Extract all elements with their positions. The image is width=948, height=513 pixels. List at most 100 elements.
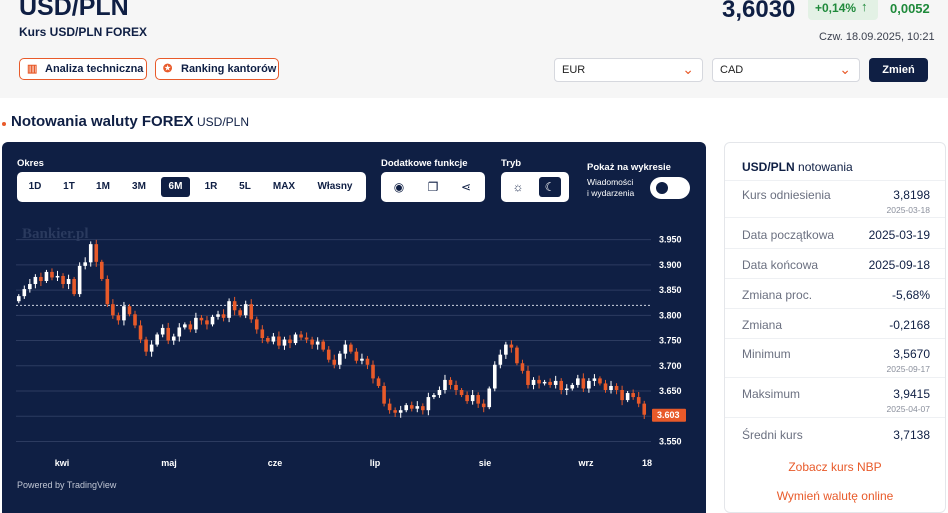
candle-body	[614, 385, 619, 391]
stat-value: -5,68%	[891, 288, 930, 302]
candle-body	[293, 334, 298, 344]
candle-body	[376, 378, 381, 386]
candle-body	[44, 271, 49, 281]
candle-body	[382, 385, 386, 404]
candle-body	[171, 336, 176, 341]
candle-body	[481, 403, 486, 408]
candle-body	[116, 315, 121, 321]
candle-body	[625, 393, 630, 401]
divider	[725, 180, 945, 181]
candle-body	[603, 383, 608, 391]
candle-body	[133, 314, 137, 326]
y-tick-label: 3.800	[659, 310, 682, 320]
candle-body	[432, 395, 436, 398]
candle-body	[194, 317, 198, 330]
candle-body	[227, 301, 231, 318]
candle-body	[216, 314, 220, 317]
candle-body	[548, 381, 552, 385]
quote-datetime: Czw. 18.09.2025, 10:21	[819, 31, 935, 43]
stat-date: 2025-09-17	[886, 364, 930, 374]
candle-body	[354, 351, 359, 361]
currency-to-select[interactable]: CAD ⌄	[712, 58, 860, 82]
divider	[725, 377, 945, 378]
candle-body	[526, 370, 530, 385]
x-tick-label: lip	[370, 458, 381, 468]
x-tick-label: sie	[479, 458, 492, 468]
header-band	[0, 0, 948, 98]
divider	[725, 217, 945, 218]
candle-body	[570, 384, 575, 389]
candle-body	[232, 301, 237, 311]
candle-body	[149, 344, 154, 352]
candle-body	[609, 385, 613, 391]
candle-body	[315, 341, 320, 345]
candle-body	[349, 344, 353, 352]
candle-body	[177, 327, 182, 337]
candle-body	[166, 327, 171, 341]
candle-body	[321, 341, 325, 350]
candle-body	[498, 354, 503, 365]
candle-body	[282, 339, 287, 346]
technical-analysis-button[interactable]: ▥ Analiza techniczna	[19, 58, 147, 80]
stat-label: Maksimum	[742, 387, 801, 401]
candle-body	[553, 380, 558, 385]
candle-body	[304, 337, 309, 340]
pair-subtitle: Kurs USD/PLN FOREX	[19, 25, 148, 39]
candle-body	[393, 410, 397, 413]
candle-body	[371, 364, 375, 379]
divider	[725, 338, 945, 339]
stat-date: 2025-03-18	[886, 205, 930, 215]
divider	[725, 417, 945, 418]
current-price: 3,6030	[722, 0, 796, 23]
stat-value: 3,9415	[893, 387, 930, 401]
change-absolute: 0,0052	[890, 1, 930, 16]
candle-body	[77, 265, 82, 295]
candle-body	[564, 388, 569, 391]
candle-body	[138, 325, 143, 340]
candle-body	[50, 271, 54, 278]
candle-body	[592, 378, 597, 381]
stat-label: Kurs odniesienia	[742, 188, 831, 202]
tradingview-credit[interactable]: Powered by TradingView	[17, 480, 116, 490]
candle-body	[326, 349, 331, 360]
candle-body	[636, 397, 641, 404]
candle-body	[299, 334, 303, 338]
candle-body	[476, 395, 480, 404]
candle-body	[210, 316, 215, 325]
candle-body	[409, 405, 414, 409]
candle-body	[160, 327, 165, 335]
candle-body	[459, 390, 464, 396]
medal-icon: ✪	[163, 63, 173, 75]
candle-body	[238, 310, 242, 316]
stat-value: 2025-09-18	[868, 258, 930, 272]
exchange-online-link[interactable]: Wymień walutę online	[725, 489, 945, 503]
candle-body	[465, 395, 469, 402]
technical-analysis-label: Analiza techniczna	[45, 63, 144, 75]
candle-body	[542, 381, 547, 384]
chevron-down-icon: ⌄	[682, 61, 694, 77]
change-currency-button[interactable]: Zmień	[869, 58, 928, 82]
candle-body	[61, 275, 65, 285]
candle-body	[443, 379, 447, 391]
candle-body	[515, 347, 519, 364]
y-tick-label: 3.700	[659, 361, 682, 371]
section-title: Notowania waluty FOREX	[11, 113, 194, 130]
candle-body	[421, 406, 425, 411]
candle-body	[576, 378, 580, 385]
candle-body	[243, 304, 248, 316]
stat-value: 2025-03-19	[868, 228, 930, 242]
nbp-rate-link[interactable]: Zobacz kurs NBP	[725, 460, 945, 474]
candle-body	[83, 262, 87, 266]
currency-from-select[interactable]: EUR ⌄	[554, 58, 703, 82]
y-tick-label: 3.950	[659, 235, 682, 245]
candle-body	[88, 244, 93, 263]
candle-body	[249, 304, 254, 320]
exchange-ranking-button[interactable]: ✪ Ranking kantorów	[155, 58, 279, 80]
stat-label: Średni kurs	[742, 428, 803, 442]
candle-body	[105, 278, 110, 305]
stats-title: USD/PLN notowania	[742, 160, 853, 174]
candle-body	[598, 378, 602, 384]
candle-body	[338, 353, 342, 365]
candle-body	[581, 378, 586, 389]
candle-body	[559, 380, 564, 391]
